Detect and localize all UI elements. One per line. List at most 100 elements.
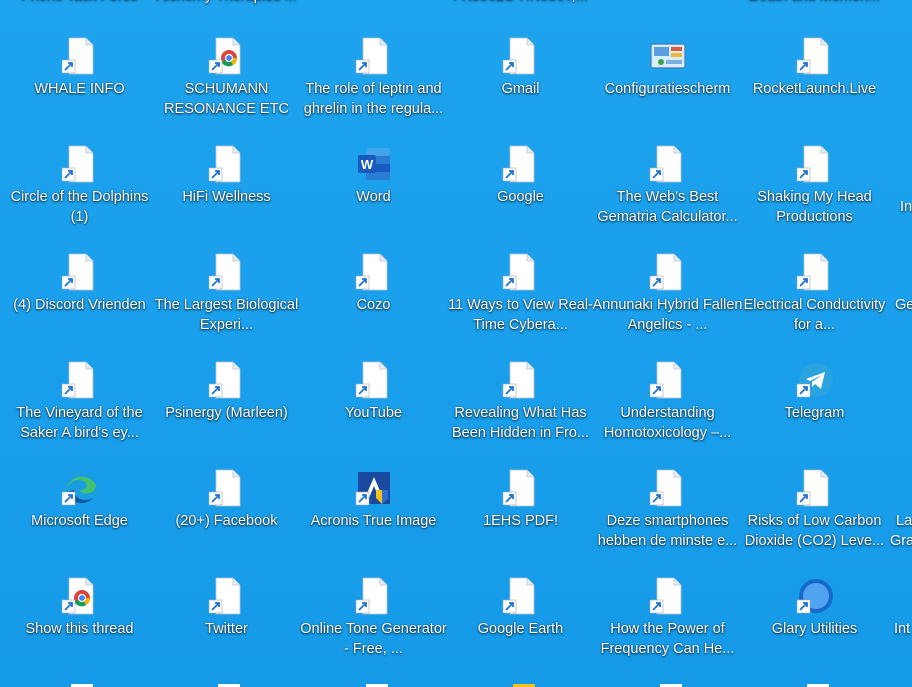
desktop-icon-google[interactable]: Google [447, 144, 594, 244]
desktop-icon-label: Glary Utilities [771, 621, 858, 637]
glary-utilities-icon [795, 576, 835, 616]
desktop-icon-label: (4) Discord Vrienden [13, 297, 146, 313]
desktop-icon-the-web-s-best-gematria-calculator[interactable]: The Web's Best Gematria Calculator... [594, 144, 741, 244]
file-shortcut-icon [60, 360, 100, 400]
desktop-icon-label: Alchemy Therapies ... [152, 0, 302, 6]
desktop-icon-online-tone-generator-free[interactable]: Online Tone Generator - Free, ... [300, 576, 447, 676]
desktop-icon-the-largest-biological-experi[interactable]: The Largest Biological Experi... [153, 252, 300, 352]
desktop-icon-cozo[interactable]: Cozo [300, 252, 447, 352]
desktop-icon-understanding-homotoxicology[interactable]: Understanding Homotoxicology –... [594, 360, 741, 460]
desktop-icon-label: Google [497, 189, 544, 205]
file-shortcut-icon [354, 576, 394, 616]
desktop-icon-label: The Vineyard of the Saker A bird's ey... [16, 405, 143, 441]
file-shortcut-icon [501, 576, 541, 616]
desktop-icon-label: Circle of the Dolphins (1) [10, 189, 149, 225]
desktop-icon-death-and-memori[interactable]: Death and Memori... [741, 0, 888, 10]
desktop-icon-label: How the Power of Frequency Can He... [600, 621, 735, 657]
desktop-icon-label: The Largest Biological Experi... [154, 297, 299, 333]
desktop-icon-revealing-what-has-been-hidden-in-fro[interactable]: Revealing What Has Been Hidden in Fro... [447, 360, 594, 460]
file-shortcut-icon [207, 468, 247, 508]
desktop-icon-label: Google Earth [477, 621, 564, 637]
desktop-icon-label: Shaking My Head Productions [757, 189, 872, 225]
file-shortcut-icon [501, 252, 541, 292]
desktop-icon-label: The Web's Best Gematria Calculator... [597, 189, 738, 225]
file-shortcut-icon [207, 252, 247, 292]
desktop-icon-rocketlaunch-live[interactable]: RocketLaunch.Live [741, 36, 888, 136]
file-shortcut-icon [501, 144, 541, 184]
file-shortcut-icon [795, 36, 835, 76]
desktop-icon-label: SCHUMANN RESONANCE ETC [164, 81, 289, 117]
desktop-icon-electrical-conductivity-for-a[interactable]: Electrical Conductivity for a... [741, 252, 888, 352]
file-shortcut-icon [648, 144, 688, 184]
svg-text:W: W [360, 157, 373, 172]
desktop-icon-label: Understanding Homotoxicology –... [603, 405, 732, 441]
desktop-icon-label: Electrical Conductivity for a... [743, 297, 886, 333]
desktop-icon-telegram[interactable]: Telegram [741, 360, 888, 460]
desktop-icon-label: Configuratiescherm [604, 81, 731, 97]
telegram-icon [795, 360, 835, 400]
desktop-icon-label: (20+) Facebook [175, 513, 278, 529]
file-shortcut-icon [207, 144, 247, 184]
desktop-icon-20-facebook[interactable]: (20+) Facebook [153, 468, 300, 568]
desktop-icon-annunaki-hybrid-fallen-angelics[interactable]: Annunaki Hybrid Fallen Angelics - ... [593, 252, 742, 352]
file-shortcut-icon [501, 468, 541, 508]
desktop-icon-label: Psinergy (Marleen) [165, 405, 288, 421]
desktop-icon-the-vineyard-of-the-saker-a-bird-s-ey[interactable]: The Vineyard of the Saker A bird's ey... [6, 360, 153, 460]
desktop-icon-label: Acronis True Image [310, 513, 437, 529]
acronis-icon [354, 468, 394, 508]
file-shortcut-icon [60, 252, 100, 292]
desktop-icon-label: The role of leptin and ghrelin in the re… [303, 81, 444, 117]
desktop-icon-label-clipped[interactable]: La [896, 511, 912, 531]
desktop-icon-google-earth[interactable]: Google Earth [447, 576, 594, 676]
desktop-icon-microsoft-edge[interactable]: Microsoft Edge [6, 468, 153, 568]
desktop-icon-11-ways-to-view-real-time-cybera[interactable]: 11 Ways to View Real-Time Cybera... [447, 252, 594, 352]
desktop-icon-label: Telegram [784, 405, 845, 421]
desktop-icon-the-role-of-leptin-and-ghrelin-in-the-re[interactable]: The role of leptin and ghrelin in the re… [300, 36, 447, 136]
desktop-icon-label: 11 Ways to View Real-Time Cybera... [448, 297, 593, 333]
desktop-icon-circle-of-the-dolphins-1[interactable]: Circle of the Dolphins (1) [6, 144, 153, 244]
desktop-icon-risks-of-low-carbon-dioxide-co2-leve[interactable]: Risks of Low Carbon Dioxide (CO2) Leve..… [741, 468, 888, 568]
desktop-icon-gmail[interactable]: Gmail [447, 36, 594, 136]
desktop-icon-label: YouTube [345, 405, 402, 421]
desktop-icon-label: Word [356, 189, 391, 205]
desktop-icon-how-the-power-of-frequency-can-he[interactable]: How the Power of Frequency Can He... [594, 576, 741, 676]
desktop-icon-show-this-thread[interactable]: Show this thread [6, 576, 153, 676]
desktop-icon-configuratiescherm[interactable]: Configuratiescherm [594, 36, 741, 136]
desktop-icon-psinergy-marleen[interactable]: Psinergy (Marleen) [153, 360, 300, 460]
desktop-icon-label-clipped[interactable]: In [900, 197, 912, 217]
desktop-icon-fx506lu-hn036t[interactable]: FX506LU-HN036T,... [447, 0, 594, 10]
desktop-icon-youtube[interactable]: YouTube [300, 360, 447, 460]
desktop-icon-label: Phone Task Force [5, 0, 155, 6]
desktop-icon-hifi-wellness[interactable]: HiFi Wellness [153, 144, 300, 244]
desktop-icon-twitter[interactable]: Twitter [153, 576, 300, 676]
file-shortcut-icon [795, 144, 835, 184]
desktop-icon-label-clipped[interactable]: Int [894, 619, 910, 639]
desktop-icon-4-discord-vrienden[interactable]: (4) Discord Vrienden [6, 252, 153, 352]
desktop-icon-label: Risks of Low Carbon Dioxide (CO2) Leve..… [744, 513, 885, 549]
desktop-icon-label: WHALE INFO [34, 81, 125, 97]
desktop-icon-schumann-resonance-etc[interactable]: SCHUMANN RESONANCE ETC [153, 36, 300, 136]
file-shortcut-icon [501, 36, 541, 76]
desktop-icon-label-clipped[interactable]: Gra [890, 531, 912, 551]
desktop-icon-glary-utilities[interactable]: Glary Utilities [741, 576, 888, 676]
file-shortcut-icon [648, 468, 688, 508]
desktop-icon-acronis-true-image[interactable]: Acronis True Image [300, 468, 447, 568]
desktop-icon-1ehs-pdf[interactable]: 1EHS PDF! [447, 468, 594, 568]
desktop-icon-label: Death and Memori... [740, 0, 890, 6]
file-shortcut-icon [354, 36, 394, 76]
desktop-icon-label-clipped[interactable]: Ge [895, 295, 912, 315]
chrome-shortcut-icon [60, 576, 100, 616]
desktop-icon-label: Revealing What Has Been Hidden in Fro... [451, 405, 590, 441]
desktop-icon-deze-smartphones-hebben-de-minste-e[interactable]: Deze smartphones hebben de minste e... [594, 468, 741, 568]
file-shortcut-icon [60, 36, 100, 76]
desktop-icon-label: RocketLaunch.Live [752, 81, 877, 97]
desktop: Phone Task ForceAlchemy Therapies ... FX5… [0, 0, 912, 687]
desktop-icon-whale-info[interactable]: WHALE INFO [6, 36, 153, 136]
desktop-icon-phone-task-force[interactable]: Phone Task Force [6, 0, 153, 10]
desktop-icon-word[interactable]: W Word [300, 144, 447, 244]
desktop-icon-shaking-my-head-productions[interactable]: Shaking My Head Productions [741, 144, 888, 244]
file-shortcut-icon [207, 576, 247, 616]
file-shortcut-icon [648, 576, 688, 616]
desktop-icon-alchemy-therapies[interactable]: Alchemy Therapies ... [153, 0, 300, 10]
desktop-icon-label: Online Tone Generator - Free, ... [300, 621, 447, 657]
